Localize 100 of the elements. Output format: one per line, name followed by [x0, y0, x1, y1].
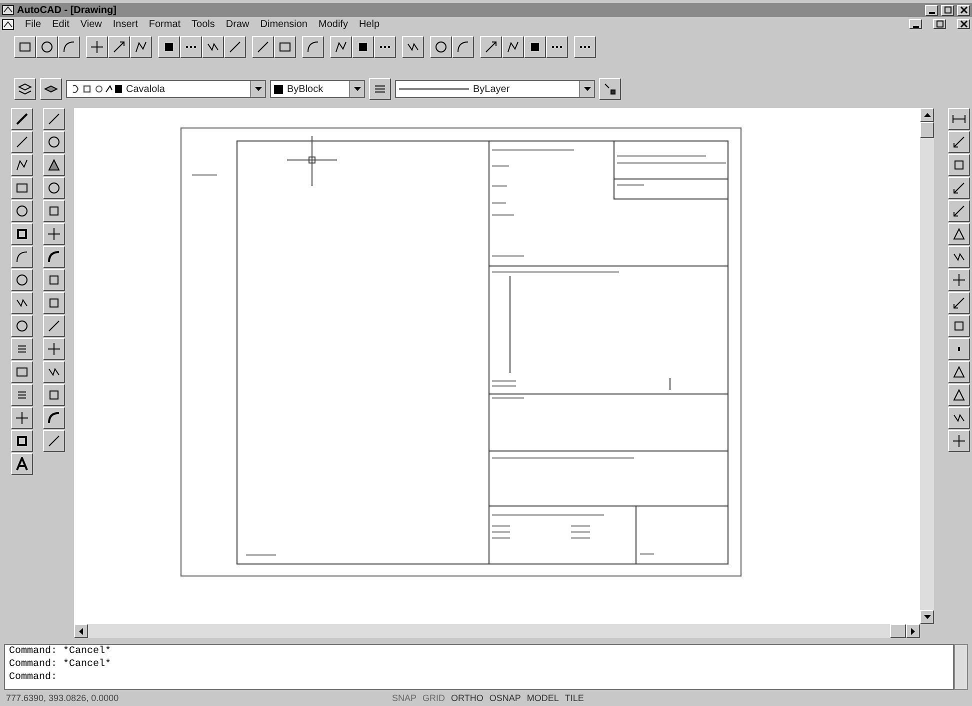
draw-tool-button[interactable] [11, 269, 33, 291]
draw-tool-button[interactable] [11, 338, 33, 360]
menu-item[interactable]: View [80, 18, 102, 30]
close-button[interactable] [957, 19, 970, 29]
modify-tool-button[interactable] [43, 361, 65, 383]
toolbar-button[interactable] [502, 36, 524, 58]
scroll-thumb[interactable] [890, 624, 906, 638]
draw-tool-button[interactable] [11, 453, 33, 475]
draw-tool-button[interactable] [11, 384, 33, 406]
layers-button[interactable] [14, 78, 36, 100]
draw-tool-button[interactable] [11, 430, 33, 452]
toolbar-button[interactable] [430, 36, 452, 58]
dimension-tool-button[interactable] [948, 223, 970, 245]
menu-item[interactable]: File [25, 18, 42, 30]
menu-item[interactable]: Help [358, 18, 380, 30]
dimension-tool-button[interactable] [948, 269, 970, 291]
minimize-button[interactable] [909, 19, 922, 29]
status-mode-toggle[interactable]: OSNAP [489, 693, 521, 703]
modify-tool-button[interactable] [43, 430, 65, 452]
draw-tool-button[interactable] [11, 154, 33, 176]
layer-button[interactable] [40, 78, 62, 100]
vertical-scrollbar[interactable] [920, 108, 934, 624]
toolbar-button[interactable] [546, 36, 568, 58]
toolbar-button[interactable] [58, 36, 80, 58]
draw-tool-button[interactable] [11, 407, 33, 429]
modify-tool-button[interactable] [43, 269, 65, 291]
dimension-tool-button[interactable] [948, 384, 970, 406]
properties-button[interactable] [599, 78, 621, 100]
maximize-button[interactable] [941, 4, 954, 16]
draw-tool-button[interactable] [11, 223, 33, 245]
dimension-tool-button[interactable] [948, 430, 970, 452]
modify-tool-button[interactable] [43, 338, 65, 360]
scroll-thumb[interactable] [920, 122, 934, 138]
toolbar-button[interactable] [130, 36, 152, 58]
modify-tool-button[interactable] [43, 177, 65, 199]
modify-tool-button[interactable] [43, 315, 65, 337]
toolbar-button[interactable] [574, 36, 596, 58]
dimension-tool-button[interactable] [948, 246, 970, 268]
toolbar-button[interactable] [374, 36, 396, 58]
close-button[interactable] [957, 4, 970, 16]
scroll-up-button[interactable] [920, 108, 934, 122]
dimension-tool-button[interactable] [948, 200, 970, 222]
linetype-dropdown[interactable]: ByLayer [395, 80, 595, 98]
toolbar-button[interactable] [274, 36, 296, 58]
horizontal-scrollbar[interactable] [74, 624, 920, 638]
toolbar-button[interactable] [158, 36, 180, 58]
dimension-tool-button[interactable] [948, 338, 970, 360]
linetype-button[interactable] [369, 78, 391, 100]
menu-item[interactable]: Edit [52, 18, 70, 30]
maximize-button[interactable] [933, 19, 946, 29]
toolbar-button[interactable] [224, 36, 246, 58]
scroll-down-button[interactable] [920, 610, 934, 624]
dimension-tool-button[interactable] [948, 407, 970, 429]
status-mode-toggle[interactable]: TILE [564, 693, 584, 703]
command-scrollbar[interactable] [954, 644, 968, 690]
modify-tool-button[interactable] [43, 154, 65, 176]
modify-tool-button[interactable] [43, 108, 65, 130]
draw-tool-button[interactable] [11, 292, 33, 314]
dimension-tool-button[interactable] [948, 315, 970, 337]
toolbar-button[interactable] [180, 36, 202, 58]
dimension-tool-button[interactable] [948, 292, 970, 314]
menu-item[interactable]: Draw [226, 18, 250, 30]
menu-item[interactable]: Format [148, 18, 181, 30]
menu-item[interactable]: Modify [318, 18, 348, 30]
draw-tool-button[interactable] [11, 246, 33, 268]
toolbar-button[interactable] [524, 36, 546, 58]
toolbar-button[interactable] [352, 36, 374, 58]
draw-tool-button[interactable] [11, 131, 33, 153]
modify-tool-button[interactable] [43, 246, 65, 268]
toolbar-button[interactable] [480, 36, 502, 58]
draw-tool-button[interactable] [11, 177, 33, 199]
dimension-tool-button[interactable] [948, 177, 970, 199]
toolbar-button[interactable] [14, 36, 36, 58]
modify-tool-button[interactable] [43, 384, 65, 406]
color-dropdown[interactable]: ByBlock [270, 80, 365, 98]
status-mode-toggle[interactable]: ORTHO [451, 693, 484, 703]
modify-tool-button[interactable] [43, 131, 65, 153]
toolbar-button[interactable] [86, 36, 108, 58]
toolbar-button[interactable] [108, 36, 130, 58]
dimension-tool-button[interactable] [948, 361, 970, 383]
toolbar-button[interactable] [302, 36, 324, 58]
status-mode-toggle[interactable]: MODEL [526, 693, 559, 703]
toolbar-button[interactable] [36, 36, 58, 58]
modify-tool-button[interactable] [43, 200, 65, 222]
draw-tool-button[interactable] [11, 315, 33, 337]
layer-dropdown[interactable]: Cavalola [66, 80, 266, 98]
dimension-tool-button[interactable] [948, 154, 970, 176]
scroll-left-button[interactable] [74, 624, 88, 638]
modify-tool-button[interactable] [43, 292, 65, 314]
menu-item[interactable]: Dimension [260, 18, 308, 30]
modify-tool-button[interactable] [43, 407, 65, 429]
minimize-button[interactable] [925, 4, 938, 16]
menu-item[interactable]: Tools [192, 18, 215, 30]
menu-item[interactable]: Insert [112, 18, 138, 30]
draw-tool-button[interactable] [11, 361, 33, 383]
draw-tool-button[interactable] [11, 200, 33, 222]
dimension-tool-button[interactable] [948, 108, 970, 130]
scroll-right-button[interactable] [906, 624, 920, 638]
toolbar-button[interactable] [452, 36, 474, 58]
draw-tool-button[interactable] [11, 108, 33, 130]
